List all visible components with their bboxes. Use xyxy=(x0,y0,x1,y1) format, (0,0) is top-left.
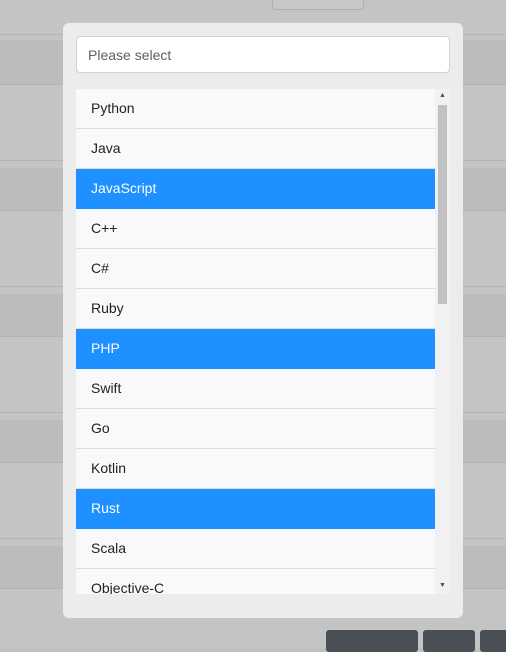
option-php[interactable]: PHP xyxy=(76,329,435,369)
options-list: Python Java JavaScript C++ C# Ruby PHP Swift Go K… xyxy=(76,89,435,594)
background-footer-button xyxy=(423,630,475,652)
background-footer-button xyxy=(480,630,506,652)
option-java[interactable]: Java xyxy=(76,129,435,169)
select-modal: PythonJavaJavaScriptC++C#RubyPHPSwiftGoK… xyxy=(63,23,463,618)
option-kotlin[interactable]: Kotlin xyxy=(76,449,435,489)
option-ruby[interactable]: Ruby xyxy=(76,289,435,329)
option-scala[interactable]: Scala xyxy=(76,529,435,569)
option-python[interactable]: Python xyxy=(76,89,435,129)
scroll-down-icon[interactable]: ▼ xyxy=(435,579,450,593)
background-footer xyxy=(0,626,506,652)
option-swift[interactable]: Swift xyxy=(76,369,435,409)
option-rust[interactable]: Rust xyxy=(76,489,435,529)
background-footer-button xyxy=(326,630,418,652)
scroll-up-icon[interactable]: ▲ xyxy=(435,89,450,103)
scroll-thumb[interactable] xyxy=(438,105,447,304)
option-go[interactable]: Go xyxy=(76,409,435,449)
select-search-input[interactable] xyxy=(76,36,450,73)
option-javascript[interactable]: JavaScript xyxy=(76,169,435,209)
option-objective-c[interactable]: Objective-C xyxy=(76,569,435,594)
option-c[interactable]: C++ xyxy=(76,209,435,249)
listbox-scrollbar[interactable]: ▲ ▼ xyxy=(435,89,450,594)
option-c[interactable]: C# xyxy=(76,249,435,289)
options-listbox[interactable]: Python Java JavaScript C++ C# Ruby PHP Swift Go K… xyxy=(76,89,450,594)
background-button xyxy=(272,0,364,10)
